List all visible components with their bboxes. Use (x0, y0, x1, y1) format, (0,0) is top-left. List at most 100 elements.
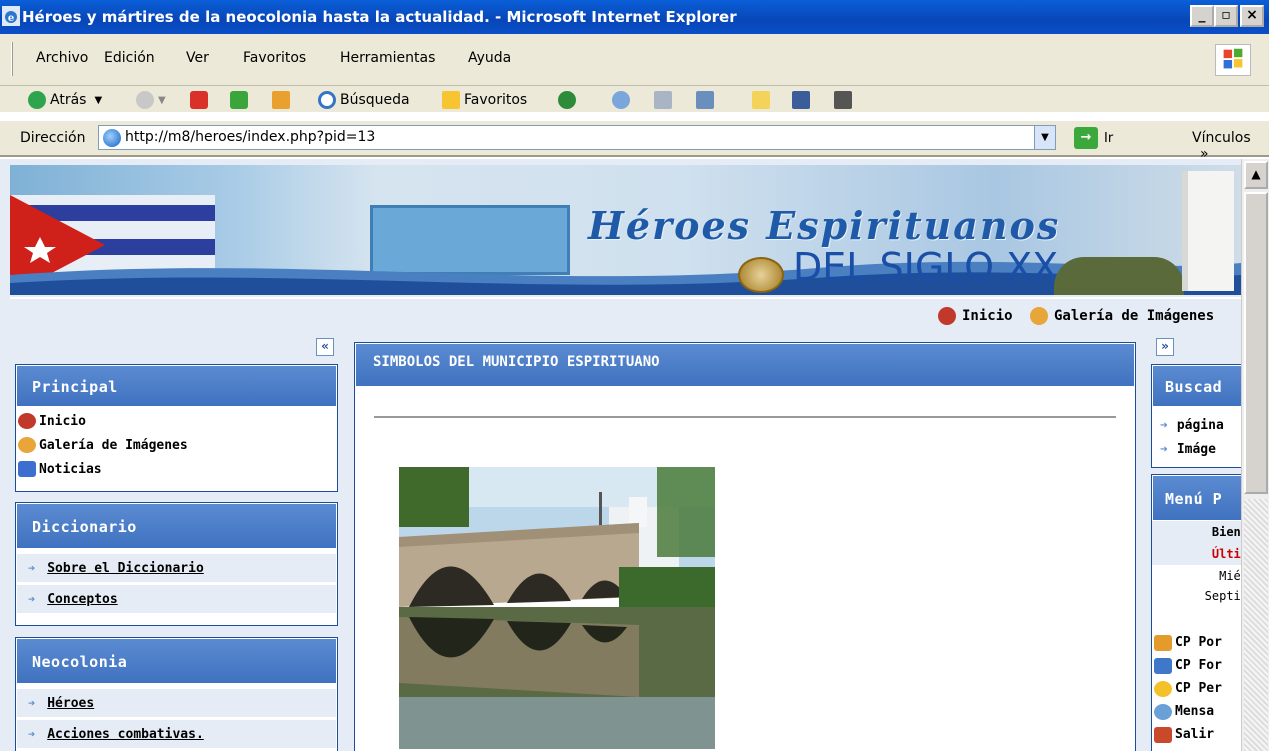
welcome-text: Bienv (1152, 521, 1241, 543)
toolbar-grip[interactable] (11, 42, 13, 76)
links-toolbar[interactable]: Vínculos » (1192, 130, 1269, 162)
date-number: 1 (1152, 609, 1242, 631)
research-icon (792, 91, 810, 109)
date-month: Septie (1204, 589, 1241, 603)
neocolonia-module: Neocolonia ➔ Héroes ➔ Acciones combativa… (15, 637, 338, 751)
menu-herramientas[interactable]: Herramientas (340, 50, 435, 66)
search-label: Búsqueda (340, 92, 410, 108)
page-viewport: Héroes Espirituanos DEL SIGLO XX Inicio … (0, 159, 1241, 751)
menu-item-cp-forum[interactable]: CP For (1152, 654, 1241, 677)
go-button[interactable]: Ir (1104, 131, 1113, 146)
expand-right-button[interactable]: » (1156, 338, 1174, 356)
message-icon (1154, 703, 1172, 720)
go-arrow-icon[interactable]: → (1074, 127, 1098, 149)
user-menu-title: Menú P (1153, 476, 1241, 520)
stop-button[interactable] (190, 90, 212, 110)
buscador-module: Buscad ➔ página ➔ Imáge (1151, 364, 1241, 468)
menu-item-mensajes[interactable]: Mensa (1152, 700, 1241, 723)
forward-dropdown-icon[interactable]: ▼ (158, 95, 166, 106)
menu-item-salir[interactable]: Salir (1152, 723, 1241, 746)
url-input[interactable]: http://m8/heroes/index.php?pid=13 (98, 125, 1056, 150)
buscador-item-pagina[interactable]: ➔ página (1152, 413, 1241, 437)
last-visit-label: Últir (1152, 543, 1241, 565)
window-titlebar[interactable]: e Héroes y mártires de la neocolonia has… (0, 0, 1269, 34)
collapse-left-button[interactable]: « (316, 338, 334, 356)
print-button[interactable] (654, 90, 676, 110)
arrow-icon: ➔ (28, 592, 36, 606)
home-button[interactable] (272, 90, 294, 110)
scroll-up-icon[interactable]: ▲ (1244, 161, 1268, 189)
menu-item-label: CP Per (1175, 681, 1222, 696)
close-button[interactable]: × (1240, 5, 1264, 27)
menu-archivo[interactable]: Archivo (36, 50, 88, 66)
principal-item-inicio[interactable]: Inicio (16, 409, 337, 433)
diccionario-item-sobre[interactable]: ➔ Sobre el Diccionario (17, 554, 336, 582)
user-menu-module: Menú P Bienv Últir Miér Septie 1 CP Por … (1151, 474, 1241, 751)
neocolonia-item-heroes[interactable]: ➔ Héroes (17, 689, 336, 717)
home-icon (938, 307, 956, 325)
forward-button[interactable]: ▼ (136, 90, 166, 110)
buscador-item-imagenes[interactable]: ➔ Imáge (1152, 437, 1241, 461)
back-dropdown-icon[interactable]: ▼ (94, 95, 102, 106)
nav-home-link[interactable]: Inicio (938, 307, 1013, 325)
buscador-item-label: página (1176, 417, 1224, 433)
menu-item-cp-portal[interactable]: CP Por (1152, 631, 1241, 654)
forward-arrow-icon (136, 91, 154, 109)
links-label: Vínculos (1192, 130, 1251, 146)
content-heading: SIMBOLOS DEL MUNICIPIO ESPIRITUANO (356, 344, 1134, 386)
vertical-scrollbar[interactable]: ▲ (1241, 159, 1269, 751)
principal-item-galeria[interactable]: Galería de Imágenes (16, 433, 337, 457)
edit-button[interactable] (696, 90, 718, 110)
site-banner: Héroes Espirituanos DEL SIGLO XX (10, 165, 1241, 295)
favorites-button[interactable]: Favoritos (442, 90, 527, 110)
divider (374, 416, 1116, 418)
diccionario-item-conceptos[interactable]: ➔ Conceptos (17, 585, 336, 613)
menu-ver[interactable]: Ver (186, 50, 209, 66)
exit-icon (1154, 726, 1172, 743)
maximize-button[interactable]: ▫ (1214, 5, 1238, 27)
date-day: Miér (1219, 569, 1241, 583)
gallery-icon (1030, 307, 1048, 325)
research-button[interactable] (792, 90, 814, 110)
refresh-icon (230, 91, 248, 109)
principal-item-noticias[interactable]: Noticias (16, 457, 337, 481)
menu-item-cp-perfil[interactable]: CP Per (1152, 677, 1241, 700)
coat-of-arms-image (738, 257, 784, 293)
discuss-button[interactable] (752, 90, 774, 110)
star-icon (1154, 680, 1172, 697)
neocolonia-item-acciones[interactable]: ➔ Acciones combativas. (17, 720, 336, 748)
diccionario-title: Diccionario (17, 504, 336, 548)
nav-gallery-link[interactable]: Galería de Imágenes (1030, 307, 1214, 325)
standard-toolbar: Atrás ▼ ▼ Búsqueda Favoritos (0, 86, 1269, 112)
forum-icon (1154, 657, 1172, 674)
menu-ayuda[interactable]: Ayuda (468, 50, 511, 66)
page-icon (103, 129, 121, 147)
menu-item-label: CP For (1175, 658, 1222, 673)
principal-item-label: Noticias (39, 461, 102, 477)
principal-item-label: Galería de Imágenes (39, 437, 188, 453)
diccionario-module: Diccionario ➔ Sobre el Diccionario ➔ Con… (15, 502, 338, 626)
minimize-button[interactable]: _ (1190, 5, 1214, 27)
back-arrow-icon (28, 91, 46, 109)
notes-icon (752, 91, 770, 109)
address-dropdown-icon[interactable]: ▼ (1034, 125, 1056, 150)
neocolonia-item-label: Acciones combativas. (47, 726, 204, 742)
back-button[interactable]: Atrás ▼ (28, 90, 102, 110)
diccionario-item-label: Sobre el Diccionario (47, 560, 204, 576)
scroll-thumb[interactable] (1244, 192, 1268, 494)
gallery-icon (18, 437, 36, 453)
menu-favoritos[interactable]: Favoritos (243, 50, 306, 66)
stop-icon (190, 91, 208, 109)
messenger-button[interactable] (834, 90, 856, 110)
refresh-button[interactable] (230, 90, 252, 110)
search-button[interactable]: Búsqueda (318, 90, 410, 110)
print-icon (654, 91, 672, 109)
internet-explorer-icon: e (2, 6, 20, 26)
edit-icon (696, 91, 714, 109)
address-bar: Dirección http://m8/heroes/index.php?pid… (0, 121, 1269, 162)
menu-edicion[interactable]: Edición (104, 50, 155, 66)
messenger-icon (834, 91, 852, 109)
history-button[interactable] (558, 90, 580, 110)
scroll-track[interactable] (1244, 499, 1268, 751)
mail-button[interactable] (612, 90, 634, 110)
